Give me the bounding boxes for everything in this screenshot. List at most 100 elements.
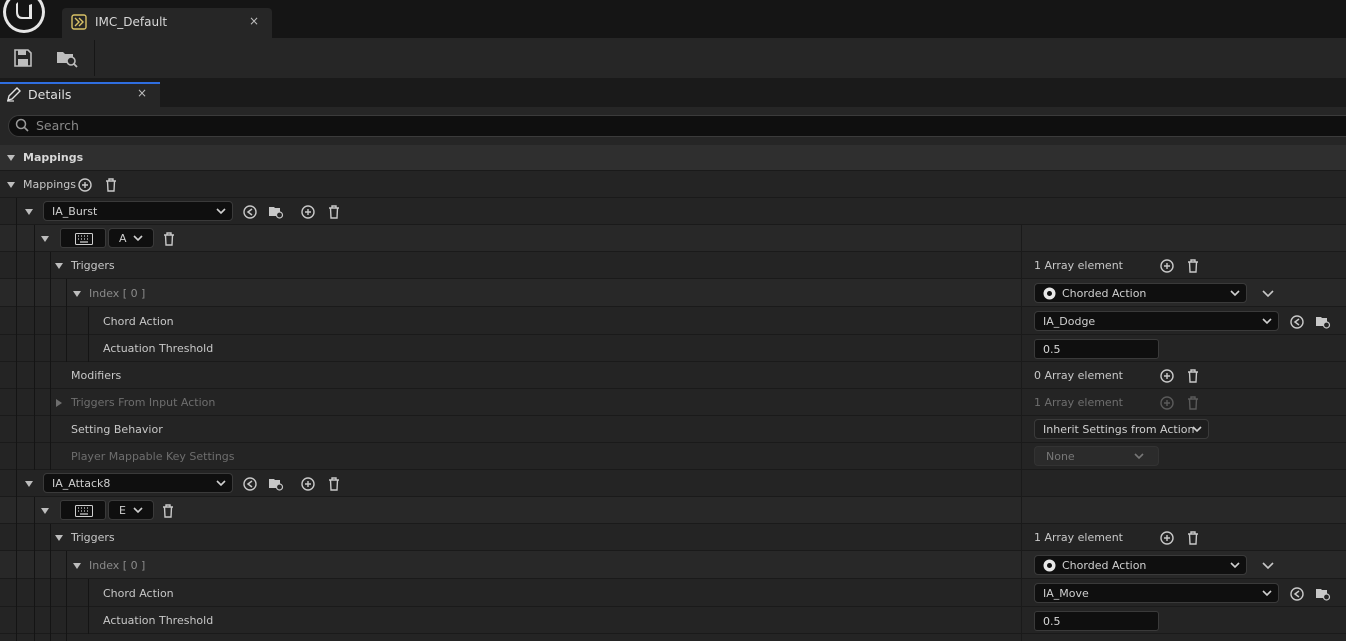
- expand-arrow-icon[interactable]: [6, 180, 16, 190]
- chord-action-dropdown[interactable]: IA_Move: [1034, 583, 1279, 603]
- trash-icon[interactable]: [1185, 258, 1201, 274]
- triggers-from-input-label: Triggers From Input Action: [71, 396, 216, 409]
- indent-guide: [34, 497, 35, 641]
- use-selected-asset-icon[interactable]: [1289, 314, 1305, 330]
- chevron-down-icon: [1192, 426, 1202, 433]
- collapsed-arrow-icon[interactable]: [54, 398, 64, 408]
- use-selected-asset-icon[interactable]: [242, 204, 258, 220]
- column-splitter[interactable]: [1021, 225, 1022, 641]
- indent-guide: [88, 579, 89, 634]
- category-mappings[interactable]: [0, 145, 1346, 171]
- add-element-icon[interactable]: [1159, 368, 1175, 384]
- trash-icon[interactable]: [1185, 530, 1201, 546]
- add-element-icon[interactable]: [1159, 530, 1175, 546]
- trigger-type-dropdown[interactable]: Chorded Action: [1034, 555, 1247, 575]
- browse-asset-icon[interactable]: [268, 204, 284, 220]
- chord-action-label: Chord Action: [103, 587, 174, 600]
- trash-icon[interactable]: [1185, 368, 1201, 384]
- input-action-dropdown[interactable]: IA_Attack8: [43, 473, 233, 493]
- index-label: Index [ 0 ]: [89, 559, 146, 572]
- chord-action-label: Chord Action: [103, 315, 174, 328]
- modifiers-label: Modifiers: [71, 369, 122, 382]
- save-icon[interactable]: [12, 48, 34, 68]
- expand-arrow-icon[interactable]: [24, 479, 34, 489]
- trash-icon[interactable]: [161, 231, 177, 247]
- use-selected-asset-icon[interactable]: [1289, 586, 1305, 602]
- triggers-count: 1 Array element: [1034, 531, 1123, 544]
- trash-icon[interactable]: [326, 204, 342, 220]
- actuation-threshold-label: Actuation Threshold: [103, 342, 214, 355]
- chevron-down-icon: [216, 208, 226, 215]
- close-icon[interactable]: ×: [248, 14, 260, 28]
- index-label: Index [ 0 ]: [89, 287, 146, 300]
- actuation-threshold-label: Actuation Threshold: [103, 614, 214, 627]
- browse-to-asset-icon[interactable]: [55, 48, 79, 68]
- chevron-down-icon: [1230, 290, 1240, 297]
- chevron-down-icon: [1230, 562, 1240, 569]
- key-value: E: [119, 504, 126, 517]
- browse-asset-icon[interactable]: [1315, 314, 1331, 330]
- use-selected-asset-icon[interactable]: [242, 476, 258, 492]
- triggers-row[interactable]: [0, 524, 1346, 551]
- expand-arrow-icon[interactable]: [54, 261, 64, 271]
- input-mapping-context-icon: [71, 14, 87, 30]
- chevron-down-icon: [133, 507, 143, 514]
- modifiers-row: [0, 362, 1346, 389]
- chord-action-value: IA_Dodge: [1043, 315, 1096, 328]
- key-row[interactable]: [0, 225, 1346, 252]
- key-capture-button[interactable]: [60, 228, 106, 248]
- actuation-threshold-input[interactable]: 0.5: [1034, 611, 1159, 631]
- indent-guide: [66, 551, 67, 641]
- key-selector[interactable]: E: [108, 500, 154, 520]
- add-element-icon[interactable]: [1159, 258, 1175, 274]
- expand-arrow-icon[interactable]: [40, 234, 50, 244]
- player-mappable-value: None: [1046, 450, 1075, 463]
- category-label: Mappings: [23, 151, 84, 164]
- player-mappable-label: Player Mappable Key Settings: [71, 450, 235, 463]
- mappings-array-label: Mappings: [23, 178, 76, 191]
- indent-guide: [50, 524, 51, 641]
- expand-arrow-icon[interactable]: [72, 289, 82, 299]
- trash-icon[interactable]: [103, 177, 119, 193]
- triggers-from-input-count: 1 Array element: [1034, 396, 1123, 409]
- input-action-value: IA_Burst: [52, 205, 98, 218]
- trigger-type-dropdown[interactable]: Chorded Action: [1034, 283, 1247, 303]
- chevron-down-icon: [1262, 318, 1272, 325]
- add-element-icon[interactable]: [300, 476, 316, 492]
- search-input[interactable]: [8, 115, 1346, 137]
- browse-asset-icon[interactable]: [268, 476, 284, 492]
- pencil-icon: [7, 87, 21, 102]
- indent-guide: [66, 279, 67, 362]
- triggers-row[interactable]: [0, 252, 1346, 279]
- add-element-icon[interactable]: [77, 177, 93, 193]
- key-selector[interactable]: A: [108, 228, 154, 248]
- key-capture-button[interactable]: [60, 500, 106, 520]
- add-element-icon[interactable]: [300, 204, 316, 220]
- input-action-dropdown[interactable]: IA_Burst: [43, 201, 233, 221]
- indent-guide: [34, 225, 35, 470]
- close-icon[interactable]: ×: [136, 86, 148, 100]
- chord-action-dropdown[interactable]: IA_Dodge: [1034, 311, 1279, 331]
- chevron-down-icon: [216, 480, 226, 487]
- browse-asset-icon[interactable]: [1315, 586, 1331, 602]
- expand-arrow-icon[interactable]: [6, 153, 16, 163]
- expand-arrow-icon[interactable]: [72, 561, 82, 571]
- key-row[interactable]: [0, 497, 1346, 524]
- keyboard-icon: [75, 233, 93, 245]
- setting-behavior-value: Inherit Settings from Action: [1043, 423, 1195, 436]
- chevron-down-icon[interactable]: [1260, 557, 1276, 573]
- actuation-threshold-input[interactable]: 0.5: [1034, 339, 1159, 359]
- toolbar: [0, 38, 1346, 78]
- expand-arrow-icon[interactable]: [54, 533, 64, 543]
- expand-arrow-icon[interactable]: [24, 207, 34, 217]
- chevron-down-icon[interactable]: [1260, 285, 1276, 301]
- expand-arrow-icon[interactable]: [40, 506, 50, 516]
- trash-icon[interactable]: [326, 476, 342, 492]
- mappings-array-row[interactable]: [0, 171, 1346, 198]
- details-tab-label: Details: [28, 87, 72, 102]
- add-element-icon: [1160, 396, 1174, 410]
- chorded-action-icon: [1043, 559, 1056, 572]
- setting-behavior-dropdown[interactable]: Inherit Settings from Action: [1034, 419, 1209, 439]
- trash-icon[interactable]: [160, 503, 176, 519]
- toolbar-separator: [94, 40, 95, 76]
